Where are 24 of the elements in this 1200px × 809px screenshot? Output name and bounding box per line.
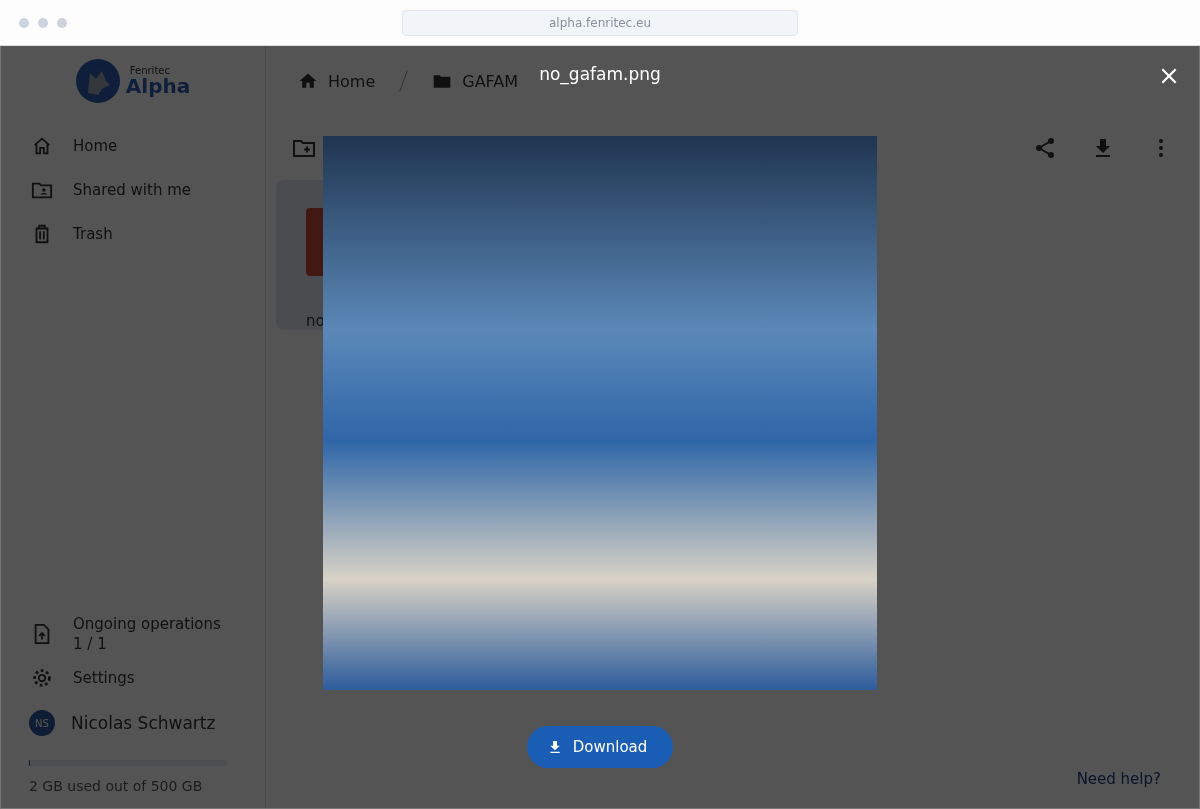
settings-icon [31, 667, 53, 689]
storage-usage: 2 GB used out of 500 GB [29, 778, 204, 794]
image-title: no_gafam.png [539, 64, 661, 86]
user-avatar: NS [29, 710, 55, 736]
home-icon [31, 135, 53, 157]
window-dot [38, 17, 48, 28]
window-dot [57, 17, 67, 28]
help-link[interactable]: Need help? [1076, 770, 1161, 788]
nav-item[interactable]: Trash [1, 212, 265, 256]
download-button[interactable]: Download [526, 726, 674, 768]
address-bar[interactable]: alpha.fenritec.eu [402, 10, 798, 36]
window-dot [19, 17, 29, 28]
ongoing-operations-item[interactable]: Ongoing operations 1 / 1 [1, 612, 265, 656]
breadcrumb-item[interactable]: GAFAM [432, 71, 519, 91]
share-icon[interactable] [1033, 136, 1057, 160]
nav-item[interactable]: Shared with me [1, 168, 265, 212]
settings-item[interactable]: Settings [1, 656, 265, 700]
breadcrumb-item[interactable]: Home [298, 71, 376, 91]
brand-name: Alpha [125, 76, 191, 96]
brand-subtitle: Fenritec [128, 66, 171, 76]
nav-item[interactable]: Home [1, 124, 265, 168]
home-icon [298, 71, 318, 91]
close-icon[interactable] [1159, 66, 1179, 86]
user-item[interactable]: NS Nicolas Schwartz [1, 700, 265, 746]
